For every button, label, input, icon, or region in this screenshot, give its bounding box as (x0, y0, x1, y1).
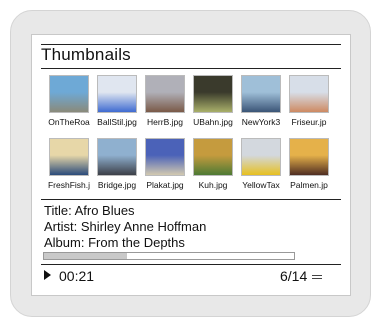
thumbnail-item[interactable]: Friseur.jp (283, 75, 335, 127)
track-counter: 6/14 (280, 268, 308, 284)
time-text: 00:21 (59, 268, 95, 284)
track-album: Album: From the Depths (44, 235, 185, 250)
track-title: Title: Afro Blues (44, 203, 135, 218)
fisherman-photo-icon (49, 138, 89, 176)
thumbnail-item[interactable]: Palmen.jp (283, 138, 335, 190)
cow-photo-icon (193, 138, 233, 176)
taxi-photo-icon (241, 138, 281, 176)
title-divider (41, 68, 341, 69)
skyscraper-photo-icon (241, 75, 281, 113)
thumbnail-item[interactable]: NewYork3 (235, 75, 287, 127)
playback-time: 00:21 (44, 268, 94, 284)
dot-icon (319, 319, 326, 326)
road-photo-icon (49, 75, 89, 113)
thumbnail-label: YellowTax (242, 180, 280, 190)
thumbnail-label: UBahn.jpg (193, 117, 233, 127)
dot-icon (328, 319, 335, 326)
thumbnail-label: Friseur.jp (291, 117, 327, 127)
thumbnail-item[interactable]: Kuh.jpg (187, 138, 239, 190)
progress-fill (44, 253, 127, 259)
barber-photo-icon (289, 75, 329, 113)
thumbnail-label: Kuh.jpg (198, 180, 228, 190)
subway-photo-icon (193, 75, 233, 113)
menu-icon[interactable] (312, 275, 322, 282)
play-icon[interactable] (44, 270, 51, 280)
thumbnail-label: HerrB.jpg (147, 117, 183, 127)
balls-photo-icon (97, 75, 137, 113)
progress-bar[interactable] (43, 252, 295, 260)
thumbnail-item[interactable]: FreshFish.j (43, 138, 95, 190)
thumbnail-item[interactable]: YellowTax (235, 138, 287, 190)
page-title: Thumbnails (41, 45, 131, 64)
thumbnail-label: FreshFish.j (47, 180, 91, 190)
thumbnail-item[interactable]: HerrB.jpg (139, 75, 191, 127)
track-artist: Artist: Shirley Anne Hoffman (44, 219, 207, 234)
page-dots (319, 313, 346, 331)
dot-icon (337, 319, 344, 326)
thumbnail-label: Plakat.jpg (146, 180, 184, 190)
poster-photo-icon (145, 138, 185, 176)
thumbnail-item[interactable]: OnTheRoa (43, 75, 95, 127)
palms-photo-icon (289, 138, 329, 176)
grid-divider (41, 199, 341, 200)
bridge-photo-icon (97, 138, 137, 176)
thumbnail-item[interactable]: UBahn.jpg (187, 75, 239, 127)
thumbnail-item[interactable]: BallStil.jpg (91, 75, 143, 127)
thumbnail-item[interactable]: Plakat.jpg (139, 138, 191, 190)
thumbnail-label: NewYork3 (241, 117, 281, 127)
thumbnail-label: OnTheRoa (48, 117, 90, 127)
thumbnail-label: Bridge.jpg (97, 180, 137, 190)
thumbnail-label: Palmen.jp (290, 180, 328, 190)
thumbnail-label: BallStil.jpg (97, 117, 137, 127)
thumbnail-item[interactable]: Bridge.jpg (91, 138, 143, 190)
player-divider (41, 264, 341, 265)
portrait-photo-icon (145, 75, 185, 113)
